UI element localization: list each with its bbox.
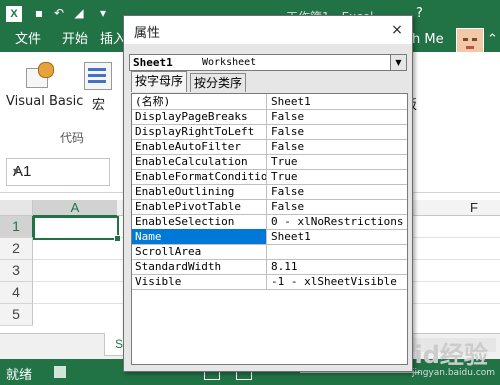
select-all-corner[interactable] xyxy=(0,200,33,215)
chevron-down-icon[interactable]: ▼ xyxy=(390,55,406,70)
macros-icon[interactable] xyxy=(84,62,112,90)
properties-title: 属性 xyxy=(134,26,161,41)
property-row[interactable]: DisplayPageBreaks False xyxy=(132,109,407,125)
property-value[interactable]: False xyxy=(268,109,407,124)
property-name: StandardWidth xyxy=(132,259,267,274)
eraser-icon[interactable]: ◢ xyxy=(72,6,86,20)
property-row-selected[interactable]: Name Sheet1 xyxy=(132,229,407,245)
visual-basic-button[interactable]: Visual Basic xyxy=(6,94,83,109)
avatar-eye xyxy=(472,38,477,41)
status-text: 就绪 xyxy=(6,368,33,383)
property-value[interactable]: False xyxy=(268,124,407,139)
macro-record-icon[interactable] xyxy=(54,366,66,378)
tab-home[interactable]: 开始 xyxy=(62,28,88,52)
row-header[interactable]: 3 xyxy=(0,260,33,282)
properties-window: 属性 × Sheet1 Worksheet ▼ 按字母序 按分类序 (名称) S… xyxy=(123,15,413,372)
save-icon[interactable]: ▪ xyxy=(32,6,46,20)
property-name: (名称) xyxy=(132,94,267,109)
visual-basic-icon[interactable] xyxy=(24,62,54,88)
property-value[interactable]: 0 - xlNoRestrictions xyxy=(268,214,407,229)
tab-alphabetic[interactable]: 按字母序 xyxy=(131,71,188,92)
property-row[interactable]: ScrollArea xyxy=(132,244,407,260)
property-name: ScrollArea xyxy=(132,244,267,259)
zoom-slider[interactable] xyxy=(300,372,420,373)
watermark-url: jingyan.baidu.com xyxy=(412,368,496,378)
property-row[interactable]: EnableFormatConditionsC True xyxy=(132,169,407,185)
macros-button[interactable]: 宏 xyxy=(92,94,105,113)
column-header-a[interactable]: A xyxy=(33,200,117,217)
ribbon-group-label: 代码 xyxy=(60,131,85,145)
property-row[interactable]: EnableCalculation True xyxy=(132,154,407,170)
property-name: Name xyxy=(132,229,267,244)
macro-line xyxy=(88,68,106,71)
close-icon[interactable]: × xyxy=(388,21,406,39)
help-icon[interactable]: ? xyxy=(416,6,423,21)
property-value[interactable]: False xyxy=(268,184,407,199)
row-header[interactable]: 5 xyxy=(0,304,33,326)
property-row[interactable]: DisplayRightToLeft False xyxy=(132,124,407,140)
property-grid: (名称) Sheet1 DisplayPageBreaks False Disp… xyxy=(131,93,408,365)
macro-line xyxy=(88,80,106,83)
row-header[interactable]: 4 xyxy=(0,282,33,304)
property-row[interactable]: Visible -1 - xlSheetVisible xyxy=(132,274,407,290)
name-box[interactable]: A1 ▾ xyxy=(6,158,110,186)
object-type: Worksheet xyxy=(202,57,257,68)
gear-icon xyxy=(38,62,54,78)
property-value[interactable]: Sheet1 xyxy=(268,94,407,109)
column-header-f[interactable]: F xyxy=(470,200,478,215)
property-name: DisplayRightToLeft xyxy=(132,124,267,139)
avatar-eye xyxy=(463,38,468,41)
macro-line xyxy=(88,74,106,77)
customize-qat-icon[interactable]: ▾ xyxy=(96,6,110,20)
tab-categorized[interactable]: 按分类序 xyxy=(190,73,247,92)
object-name: Sheet1 xyxy=(133,56,173,69)
row-header[interactable]: 2 xyxy=(0,238,33,260)
property-row[interactable]: EnableOutlining False xyxy=(132,184,407,200)
ribbon-options-icon[interactable]: ⌃ xyxy=(487,32,498,47)
property-name: Visible xyxy=(132,274,267,289)
chevron-down-icon[interactable]: ▾ xyxy=(13,164,105,178)
user-name[interactable]: h Me xyxy=(412,28,444,52)
property-value[interactable]: 8.11 xyxy=(268,259,407,274)
property-value[interactable]: True xyxy=(268,169,407,184)
excel-app-icon: X xyxy=(6,6,22,22)
property-value[interactable]: False xyxy=(268,139,407,154)
property-name: DisplayPageBreaks xyxy=(132,109,267,124)
property-name: EnableFormatConditionsC xyxy=(132,169,267,184)
property-row[interactable]: EnableAutoFilter False xyxy=(132,139,407,155)
property-value[interactable]: False xyxy=(268,199,407,214)
property-value[interactable]: True xyxy=(268,154,407,169)
avatar-mouth xyxy=(466,46,474,49)
property-name: EnablePivotTable xyxy=(132,199,267,214)
property-value[interactable]: Sheet1 xyxy=(268,229,407,244)
property-name: EnableCalculation xyxy=(132,154,267,169)
row-header[interactable]: 1 xyxy=(0,216,34,238)
property-value[interactable] xyxy=(268,244,407,259)
property-name: EnableSelection xyxy=(132,214,267,229)
property-row[interactable]: EnableSelection 0 - xlNoRestrictions xyxy=(132,214,407,230)
object-selector[interactable]: Sheet1 Worksheet ▼ xyxy=(129,54,407,71)
active-cell[interactable] xyxy=(33,216,121,242)
property-value[interactable]: -1 - xlSheetVisible xyxy=(268,274,407,289)
tab-file[interactable]: 文件 xyxy=(0,28,56,52)
fill-handle[interactable] xyxy=(114,235,121,242)
properties-title-bar[interactable]: 属性 × xyxy=(124,16,412,44)
property-row[interactable]: StandardWidth 8.11 xyxy=(132,259,407,275)
property-name: EnableOutlining xyxy=(132,184,267,199)
property-name: EnableAutoFilter xyxy=(132,139,267,154)
undo-icon[interactable]: ↶ xyxy=(52,6,66,20)
property-row[interactable]: (名称) Sheet1 xyxy=(132,94,407,110)
property-row[interactable]: EnablePivotTable False xyxy=(132,199,407,215)
